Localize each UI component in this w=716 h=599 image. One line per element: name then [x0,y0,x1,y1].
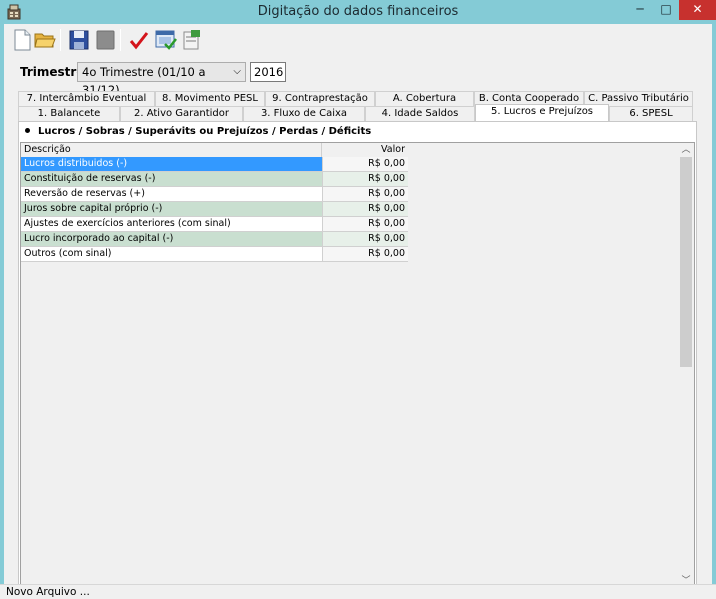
tab-spesl[interactable]: 6. SPESL [609,106,693,121]
column-header-valor[interactable]: Valor [321,143,408,157]
toolbar-separator [120,29,121,51]
trimestre-select[interactable]: 4o Trimestre (01/10 a 31/12) ⌵ [77,62,246,97]
row-description[interactable]: Outros (com sinal) [21,247,322,262]
validate-window-icon[interactable] [154,28,178,52]
tab-movimento-pesl[interactable]: 8. Movimento PESL [155,91,265,106]
toolbar-separator [60,29,61,51]
tab-panel: Lucros / Sobras / Superávits ou Prejuízo… [18,121,697,590]
row-description[interactable]: Lucro incorporado ao capital (-) [21,232,322,247]
vertical-scrollbar[interactable]: ︿ ﹀ [678,143,694,588]
row-value[interactable]: R$ 0,00 [322,217,408,232]
section-title-text: Lucros / Sobras / Superávits ou Prejuízo… [38,126,372,137]
table-row[interactable]: Ajustes de exercícios anteriores (com si… [21,217,408,232]
minimize-button[interactable]: ─ [628,0,652,20]
bullet-icon [25,127,30,133]
new-file-icon[interactable] [10,28,34,52]
data-grid: Descrição Valor Lucros distribuidos (-) … [20,142,695,589]
tab-fluxo-de-caixa[interactable]: 3. Fluxo de Caixa [243,106,365,121]
row-value[interactable]: R$ 0,00 [322,187,408,202]
table-row[interactable]: Juros sobre capital próprio (-) R$ 0,00 [21,202,408,217]
table-row[interactable]: Outros (com sinal) R$ 0,00 [21,247,408,262]
maximize-button[interactable]: □ [654,0,678,20]
check-icon[interactable] [127,28,151,52]
export-icon[interactable] [180,28,204,52]
row-value[interactable]: R$ 0,00 [322,232,408,247]
window-title: Digitação do dados financeiros [257,4,459,19]
app-window: Digitação do dados financeiros ─ □ ✕ Tri… [0,0,716,599]
table-row[interactable]: Lucros distribuidos (-) R$ 0,00 [21,157,408,172]
scroll-thumb[interactable] [680,157,692,367]
toolbar [4,24,712,56]
client-area: Trimestre 4o Trimestre (01/10 a 31/12) ⌵… [4,24,712,595]
tab-ativo-garantidor[interactable]: 2. Ativo Garantidor [120,106,243,121]
table-row[interactable]: Constituição de reservas (-) R$ 0,00 [21,172,408,187]
tab-intercambio-eventual[interactable]: 7. Intercâmbio Eventual [18,91,155,106]
row-description[interactable]: Juros sobre capital próprio (-) [21,202,322,217]
tab-balancete[interactable]: 1. Balancete [18,106,120,121]
scroll-up-icon[interactable]: ︿ [678,143,694,157]
tab-lucros-e-prejuizos[interactable]: 5. Lucros e Prejuízos [475,104,609,121]
row-description[interactable]: Constituição de reservas (-) [21,172,322,187]
year-input[interactable]: 2016 [250,62,286,82]
title-bar[interactable]: Digitação do dados financeiros ─ □ ✕ [0,0,716,24]
tab-idade-saldos[interactable]: 4. Idade Saldos [365,106,475,121]
trimestre-label: Trimestre [20,65,85,79]
row-description[interactable]: Ajustes de exercícios anteriores (com si… [21,217,322,232]
column-header-descricao[interactable]: Descrição [24,143,324,157]
tab-cobertura[interactable]: A. Cobertura [375,91,474,106]
table-row[interactable]: Lucro incorporado ao capital (-) R$ 0,00 [21,232,408,247]
tab-contraprestacao[interactable]: 9. Contraprestação [265,91,375,106]
row-value[interactable]: R$ 0,00 [322,172,408,187]
open-folder-icon[interactable] [33,28,57,52]
close-button[interactable]: ✕ [679,0,716,20]
status-bar: Novo Arquivo ... [0,584,716,599]
save-disk-icon[interactable] [67,28,91,52]
row-description[interactable]: Lucros distribuidos (-) [21,157,322,172]
row-value[interactable]: R$ 0,00 [322,157,408,172]
table-row[interactable]: Reversão de reservas (+) R$ 0,00 [21,187,408,202]
section-title: Lucros / Sobras / Superávits ou Prejuízo… [25,126,371,137]
row-description[interactable]: Reversão de reservas (+) [21,187,322,202]
row-value[interactable]: R$ 0,00 [322,247,408,262]
disabled-save-icon [93,28,117,52]
row-value[interactable]: R$ 0,00 [322,202,408,217]
chevron-down-icon[interactable]: ⌵ [233,63,241,81]
